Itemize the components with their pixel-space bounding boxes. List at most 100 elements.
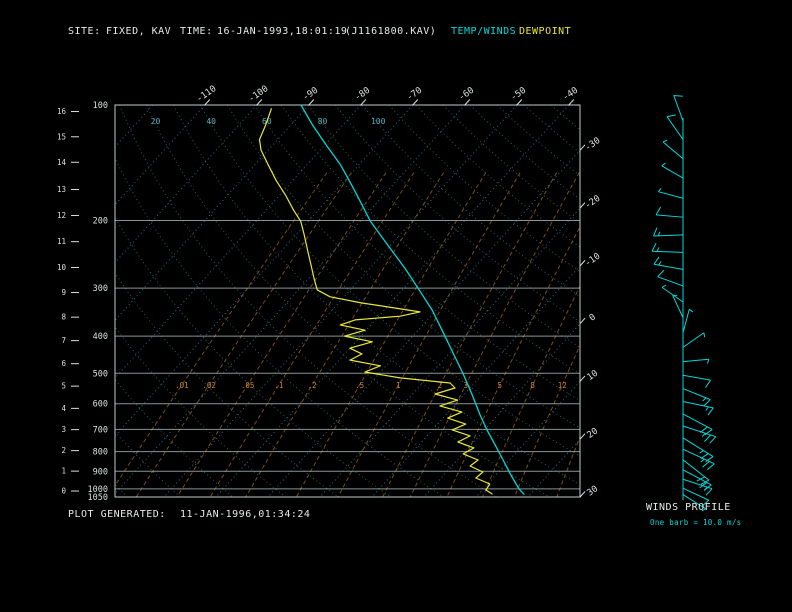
adiabat-inline-label: 80 — [318, 117, 328, 126]
isotherm-line — [579, 496, 580, 497]
wind-barb-tick — [653, 256, 660, 265]
wind-barb-half-tick — [689, 308, 694, 313]
wind-barb-tick — [653, 227, 658, 237]
mixing-ratio-line — [409, 172, 580, 497]
height-tick-label: 0 — [61, 487, 66, 496]
time-label: TIME: — [180, 26, 213, 37]
wind-barb-half-tick — [700, 458, 705, 463]
wind-barb-staff — [652, 250, 684, 253]
isotherm-top-label: -40 — [561, 86, 580, 104]
pressure-tick-label: 400 — [93, 332, 108, 342]
isotherm-right-tick — [579, 491, 586, 498]
winds-profile-subtitle: One barb = 10.0 m/s — [650, 518, 742, 527]
wind-barb-half-tick — [706, 359, 710, 364]
pressure-tick-label: 300 — [93, 284, 108, 294]
height-tick-label: 10 — [57, 263, 67, 272]
pressure-tick-label: 100 — [93, 101, 108, 111]
wind-barb-staff — [682, 448, 715, 465]
isotherm-line — [115, 105, 206, 206]
dry-adiabat-line — [523, 105, 580, 154]
skewt-app-window: 100 200 300 400 500 600 700 800 900 1000 1050 16 15 1… — [0, 0, 792, 612]
isotherm-line — [632, 105, 792, 497]
wind-barb-tick — [705, 456, 714, 462]
legend-dewpoint: DEWPOINT — [519, 26, 572, 37]
wind-barb-staff — [662, 141, 684, 160]
wind-barb-tick — [707, 407, 714, 416]
wind-barb-half-tick — [701, 432, 706, 437]
isotherm-right-label: -20 — [583, 194, 602, 212]
wind-barb-tick — [651, 242, 657, 252]
isotherm-right-label: -30 — [583, 136, 602, 154]
wind-barb-half-tick — [702, 397, 707, 402]
wind-barb-staff — [682, 388, 711, 401]
mixing-ratio-line — [337, 172, 521, 497]
isotherm-line — [423, 322, 580, 497]
mixing-ratio-label: 1 — [396, 381, 401, 390]
wind-barb-staff — [682, 400, 714, 409]
grid-layer — [115, 105, 792, 497]
mixing-ratio-label: 5 — [498, 381, 503, 390]
wind-barb-staff — [682, 332, 705, 348]
wind-barb-tick — [655, 206, 661, 216]
pressure-tick-label: 1050 — [88, 493, 108, 503]
wind-barb-staff — [656, 214, 684, 218]
plot-generated-label: PLOT GENERATED: — [68, 509, 166, 520]
dry-adiabat-line — [469, 105, 580, 200]
dry-adiabat-line — [577, 105, 580, 108]
dry-adiabat-line — [496, 105, 580, 177]
height-tick-label: 5 — [61, 382, 66, 391]
mixing-ratio-label: 12 — [558, 381, 567, 390]
wind-barb-tick — [666, 114, 676, 118]
mixing-ratio-line — [135, 172, 352, 497]
dry-adiabat-line — [173, 105, 580, 486]
pressure-tick-label: 900 — [93, 467, 108, 477]
isotherm-right-label: 10 — [586, 369, 601, 383]
dry-adiabat-line — [334, 105, 580, 323]
mixing-ratio-line — [245, 172, 445, 497]
mixing-ratio-label: .1 — [274, 381, 283, 390]
wind-barb-half-tick — [661, 284, 667, 288]
trace-layer — [258, 105, 525, 496]
dry-adiabat-line — [115, 272, 339, 497]
wind-barb-staff — [658, 191, 684, 199]
dewpoint-trace — [258, 108, 493, 495]
isotherm-right-tick — [579, 433, 586, 440]
mixing-ratio-line — [209, 172, 415, 497]
dry-adiabat-line — [146, 105, 550, 497]
height-tick-label: 6 — [61, 359, 66, 368]
isotherm-top-label: -110 — [195, 84, 219, 105]
isotherm-top-label: -70 — [405, 86, 424, 104]
isotherm-line — [115, 105, 310, 322]
isotherm-right-label: 20 — [586, 426, 601, 440]
wind-barb-staff — [661, 165, 684, 179]
file-id: (J1161800.KAV) — [345, 26, 437, 37]
height-tick-label: 7 — [61, 336, 66, 345]
wind-barb-half-tick — [656, 247, 660, 252]
height-tick-label: 12 — [57, 211, 66, 220]
legend-temp-winds: TEMP/WINDS — [451, 26, 517, 37]
isotherm-line — [319, 207, 580, 497]
wind-barb-half-tick — [703, 486, 708, 491]
temperature-trace — [300, 105, 525, 496]
dry-adiabat-line — [115, 326, 287, 497]
mixing-ratio-line — [446, 225, 580, 497]
pressure-tick-label: 500 — [93, 369, 108, 379]
wind-barb-tick — [657, 269, 665, 278]
mixing-ratio-line — [514, 344, 580, 497]
isotherm-right-tick — [579, 317, 586, 325]
isotherm-top-label: -80 — [353, 86, 372, 104]
wind-barb-staff — [661, 286, 684, 303]
time-value: 16-JAN-1993,18:01:19 — [217, 26, 348, 37]
mixing-ratio-label: .02 — [202, 381, 216, 390]
wind-barb-tick — [702, 461, 710, 468]
site-value: FIXED, KAV — [106, 26, 172, 37]
wind-barb-staff — [682, 469, 712, 486]
mixing-ratio-label: .5 — [355, 381, 364, 390]
height-tick-label: 1 — [61, 467, 66, 476]
height-tick-label: 14 — [57, 158, 67, 167]
height-tick-label: 16 — [57, 107, 67, 116]
mixing-ratio-label: 8 — [530, 381, 535, 390]
wind-barb-tick — [705, 488, 713, 496]
wind-barb-tick — [707, 463, 715, 470]
wind-barb-half-tick — [661, 162, 666, 167]
